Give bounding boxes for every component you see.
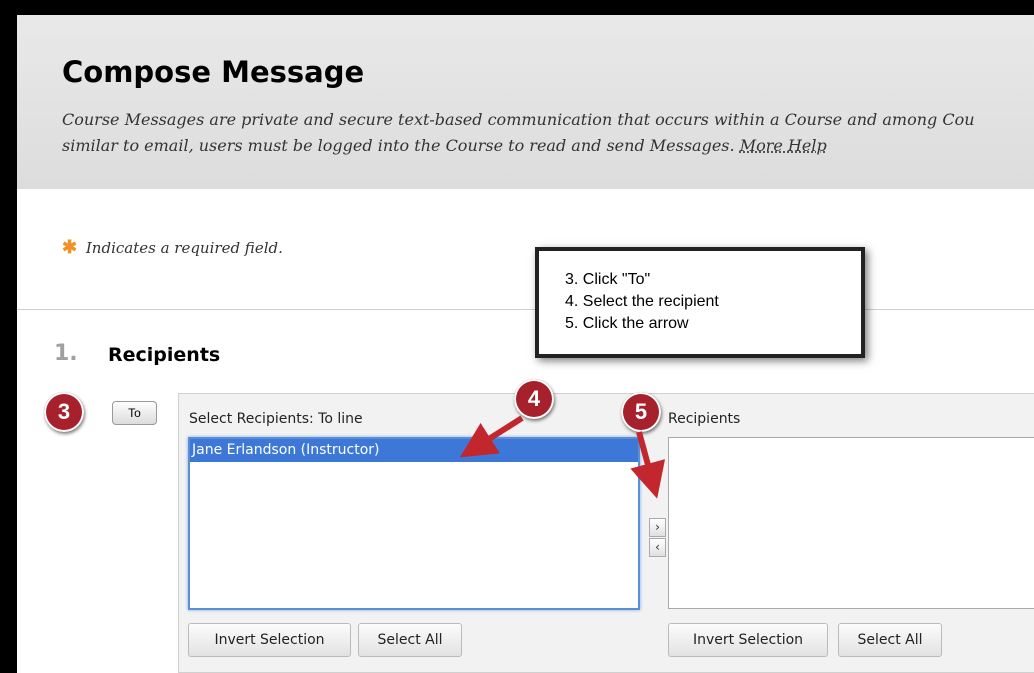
section-number: 1. [54, 341, 78, 366]
required-field-note: ✱ Indicates a required field. [62, 237, 283, 258]
recipients-invert-selection-button[interactable]: Invert Selection [668, 623, 828, 657]
move-left-arrow-button[interactable]: ‹ [649, 538, 666, 557]
recipients-label: Recipients [668, 411, 741, 427]
section-divider [17, 309, 1034, 310]
callout-step-4: 4. Select the recipient [565, 293, 719, 310]
invert-selection-button[interactable]: Invert Selection [188, 623, 351, 657]
step-4-badge: 4 [514, 379, 554, 419]
more-help-link[interactable]: More Help [740, 136, 827, 155]
page-header: Compose Message Course Messages are priv… [17, 15, 1034, 189]
recipient-option[interactable]: Jane Erlandson (Instructor) [190, 439, 638, 462]
recipients-listbox[interactable] [668, 437, 1034, 609]
callout-step-5: 5. Click the arrow [565, 315, 689, 332]
page-description: Course Messages are private and secure t… [62, 107, 1034, 159]
select-recipients-listbox[interactable]: Jane Erlandson (Instructor) [188, 437, 640, 610]
description-line-2: similar to email, users must be logged i… [62, 136, 740, 155]
to-button[interactable]: To [112, 401, 157, 425]
section-title: Recipients [108, 344, 221, 366]
select-recipients-label: Select Recipients: To line [189, 411, 363, 427]
required-star-icon: ✱ [62, 237, 78, 258]
step-3-badge: 3 [44, 392, 84, 432]
compose-message-page: Compose Message Course Messages are priv… [17, 15, 1034, 673]
move-right-arrow-button[interactable]: › [649, 518, 666, 537]
recipients-select-all-button[interactable]: Select All [838, 623, 942, 657]
instruction-callout: 3. Click "To" 4. Select the recipient 5.… [535, 247, 865, 358]
select-all-button[interactable]: Select All [358, 623, 462, 657]
page-title: Compose Message [62, 55, 365, 89]
step-5-badge: 5 [621, 392, 661, 432]
description-line-1: Course Messages are private and secure t… [62, 110, 975, 129]
callout-step-3: 3. Click "To" [565, 271, 651, 288]
required-field-text: Indicates a required field. [85, 239, 283, 257]
recipients-picker: Select Recipients: To line Jane Erlandso… [178, 393, 1034, 673]
